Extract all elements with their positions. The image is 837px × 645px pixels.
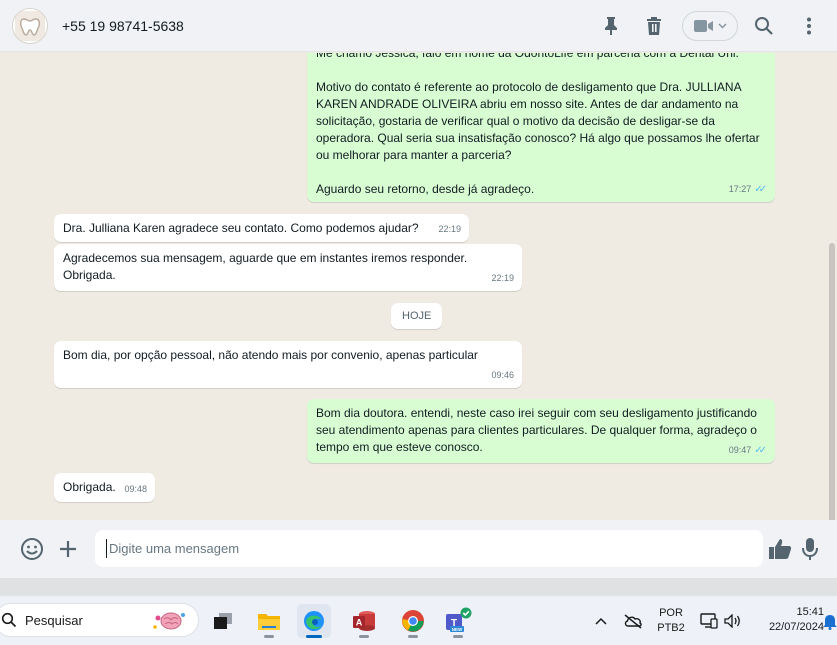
message-bubble-incoming[interactable]: Bom dia, por opção pessoal, não atendo m…	[54, 341, 522, 388]
read-ticks-icon: ✓✓	[754, 445, 767, 456]
tooth-logo-icon	[15, 10, 45, 41]
search-icon	[1, 612, 17, 628]
language-code: POR	[659, 607, 683, 619]
input-language-indicator[interactable]: POR PTB2	[650, 606, 692, 636]
show-hidden-icons-chevron-up-icon[interactable]	[590, 596, 612, 645]
network-display-icon[interactable]	[697, 596, 721, 645]
task-view-icon	[214, 613, 232, 629]
edge-browser-icon	[304, 611, 324, 631]
taskbar-app-edge[interactable]	[297, 604, 331, 638]
message-bubble-incoming[interactable]: Dra. Julliana Karen agradece seu contato…	[54, 214, 469, 242]
message-time: 09:48	[124, 484, 147, 494]
message-time: 22:19	[438, 224, 461, 234]
message-bubble-outgoing[interactable]: Bom dia doutora. entendi, neste caso ire…	[307, 399, 775, 463]
delete-icon[interactable]	[642, 14, 666, 38]
message-composer	[0, 520, 837, 578]
active-indicator	[306, 635, 322, 638]
message-bubble-incoming[interactable]: Agradecemos sua mensagem, aguarde que em…	[54, 244, 522, 291]
text-caret	[106, 539, 107, 558]
message-time: 17:27	[728, 184, 752, 194]
running-indicator	[359, 635, 369, 638]
message-input[interactable]	[95, 530, 763, 567]
message-text: Bom dia, por opção pessoal, não atendo m…	[63, 348, 478, 362]
brain-sticker-icon	[153, 612, 185, 630]
chat-scrollbar[interactable]	[829, 243, 835, 520]
windows-taskbar: Pesquisar A T NEW POR PTB2 15:41 22/07/2…	[0, 596, 837, 645]
message-time: 09:46	[491, 370, 514, 380]
message-time: 09:47	[728, 445, 752, 455]
message-bubble-incoming[interactable]: Obrigada. 09:48	[54, 473, 155, 502]
clock-time: 15:41	[796, 606, 824, 618]
folder-icon	[258, 614, 280, 630]
message-text: Me chamo Jessica, falo em nome da Odonto…	[316, 53, 760, 196]
taskbar-search-label: Pesquisar	[25, 612, 83, 628]
notification-bell-icon[interactable]	[820, 596, 837, 645]
message-time: 22:19	[491, 273, 514, 283]
contact-name[interactable]: +55 19 98741-5638	[62, 18, 184, 34]
contact-avatar[interactable]	[12, 7, 48, 44]
chat-area[interactable]: Me chamo Jessica, falo em nome da Odonto…	[0, 53, 837, 520]
chrome-browser-icon	[402, 610, 424, 632]
chat-header: +55 19 98741-5638	[0, 0, 837, 52]
taskbar-app-task-view[interactable]	[206, 604, 240, 638]
message-text: Bom dia doutora. entendi, neste caso ire…	[316, 406, 761, 454]
attach-plus-icon[interactable]	[54, 535, 82, 563]
taskbar-search-box[interactable]: Pesquisar	[0, 603, 199, 637]
thumbs-up-icon[interactable]	[766, 535, 794, 563]
taskbar-app-teams[interactable]: T NEW	[441, 604, 475, 638]
teams-new-icon: TNEW	[446, 607, 472, 632]
chevron-down-icon	[717, 23, 727, 29]
message-text: Dra. Julliana Karen agradece seu contato…	[63, 221, 419, 235]
taskbar-app-file-explorer[interactable]	[252, 604, 286, 638]
onedrive-offline-icon[interactable]	[620, 596, 646, 645]
running-indicator	[408, 635, 418, 638]
svg-text:A: A	[356, 618, 363, 628]
volume-icon[interactable]	[722, 596, 744, 645]
message-bubble-outgoing[interactable]: Me chamo Jessica, falo em nome da Odonto…	[307, 53, 775, 202]
menu-icon[interactable]	[797, 14, 821, 38]
window-bottom-edge	[0, 578, 837, 596]
video-camera-icon	[693, 20, 713, 32]
message-text: Agradecemos sua mensagem, aguarde que em…	[63, 251, 471, 282]
pin-icon[interactable]	[599, 14, 623, 38]
access-app-icon: A	[353, 611, 375, 631]
day-divider: HOJE	[391, 303, 443, 329]
taskbar-app-chrome[interactable]	[396, 604, 430, 638]
video-call-button[interactable]	[682, 11, 738, 41]
running-indicator	[264, 635, 274, 638]
svg-text:NEW: NEW	[452, 627, 463, 632]
microphone-icon[interactable]	[796, 535, 824, 563]
read-ticks-icon: ✓✓	[754, 184, 767, 195]
search-icon[interactable]	[752, 14, 776, 38]
taskbar-clock[interactable]: 15:41 22/07/2024	[752, 605, 824, 635]
running-indicator	[453, 635, 463, 638]
keyboard-layout: PTB2	[657, 622, 685, 634]
emoji-icon[interactable]	[18, 535, 46, 563]
taskbar-app-access[interactable]: A	[347, 604, 381, 638]
clock-date: 22/07/2024	[768, 621, 824, 633]
